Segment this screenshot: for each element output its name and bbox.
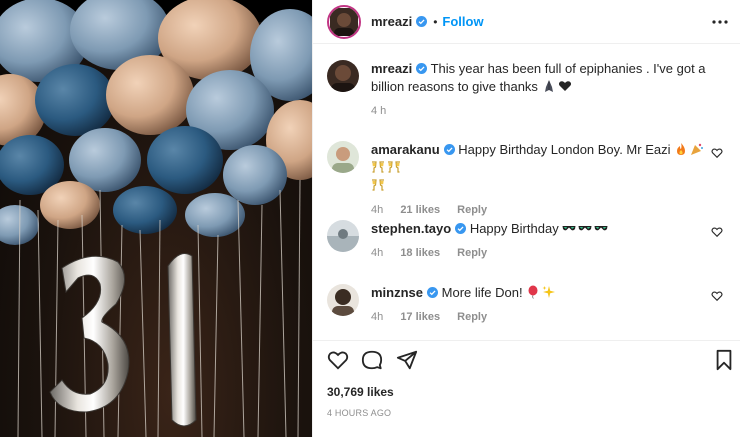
caption-meta: 4 h	[371, 102, 711, 120]
comment-meta: 4h 21 likes Reply	[371, 201, 711, 219]
commenter-avatar[interactable]	[327, 141, 359, 173]
comment-text: More life Don!	[441, 285, 523, 300]
balloon-emoji	[528, 285, 538, 299]
clinking-glasses-emoji	[372, 179, 384, 191]
commenter-avatar[interactable]	[327, 220, 359, 252]
verified-badge-icon	[427, 287, 439, 298]
balloon-cluster	[0, 0, 312, 245]
post-header: mreazi • Follow	[313, 0, 740, 44]
comment-like-heart-icon[interactable]	[711, 226, 723, 238]
separator-dot: •	[433, 14, 438, 29]
comment-time[interactable]: 4h	[371, 204, 383, 216]
likes-count[interactable]: 30,769 likes	[327, 385, 394, 399]
comment-meta: 4h 18 likes Reply	[371, 244, 711, 262]
sunglasses-emoji	[594, 226, 608, 231]
post-photo[interactable]	[0, 0, 312, 437]
comment-body: amarakanu Happy Birthday London Boy. Mr …	[371, 141, 711, 219]
balloons-illustration	[0, 0, 312, 437]
comment-username[interactable]: minznse	[371, 285, 423, 300]
author-avatar[interactable]	[327, 4, 361, 39]
follow-button[interactable]: Follow	[442, 14, 483, 29]
comment-like-heart-icon[interactable]	[711, 147, 723, 159]
comment-username[interactable]: stephen.tayo	[371, 221, 451, 236]
caption-time[interactable]: 4 h	[371, 105, 386, 117]
comment-username[interactable]: amarakanu	[371, 142, 440, 157]
comment-body: stephen.tayo Happy Birthday 4h 18 likes …	[371, 220, 711, 262]
verified-badge-icon	[443, 144, 455, 155]
comment-meta: 4h 17 likes Reply	[371, 308, 711, 326]
number-three-balloon	[49, 255, 130, 413]
caption-body: mreazi This year has been full of epipha…	[371, 60, 711, 120]
verified-badge-icon	[416, 63, 428, 74]
reply-button[interactable]: Reply	[457, 311, 487, 323]
comment-bubble-icon[interactable]	[361, 349, 383, 371]
author-username[interactable]: mreazi	[371, 14, 412, 29]
bookmark-icon[interactable]	[713, 349, 735, 371]
black-heart-emoji	[558, 81, 571, 91]
comment-body: minznse More life Don! 4h 17 likes Reply	[371, 284, 711, 326]
comment-likes[interactable]: 21 likes	[400, 204, 440, 216]
verified-badge-icon	[416, 16, 428, 27]
verified-badge-icon	[455, 223, 467, 234]
commenter-avatar[interactable]	[327, 284, 359, 316]
reply-button[interactable]: Reply	[457, 247, 487, 259]
sunglasses-emoji	[562, 226, 576, 231]
fire-emoji	[677, 143, 686, 155]
instagram-post: mreazi • Follow mreazi This year has bee…	[0, 0, 740, 437]
clinking-glasses-emoji	[372, 161, 384, 173]
caption-avatar[interactable]	[327, 60, 359, 92]
clinking-glasses-emoji	[388, 161, 400, 173]
post-sidebar: mreazi • Follow mreazi This year has bee…	[312, 0, 740, 437]
sparkles-emoji	[542, 286, 556, 298]
comment-time[interactable]: 4h	[371, 247, 383, 259]
party-popper-emoji	[691, 143, 704, 155]
reply-button[interactable]: Reply	[457, 204, 487, 216]
paper-plane-icon[interactable]	[396, 349, 418, 371]
post-actions: 30,769 likes 4 HOURS AGO	[313, 340, 740, 437]
comment-likes[interactable]: 18 likes	[400, 247, 440, 259]
comment-text: Happy Birthday London Boy. Mr Eazi	[458, 142, 671, 157]
comment-like-heart-icon[interactable]	[711, 290, 723, 302]
comment-text: Happy Birthday	[469, 221, 559, 236]
caption-username[interactable]: mreazi	[371, 61, 412, 76]
sunglasses-emoji	[578, 226, 592, 231]
more-options-icon[interactable]	[711, 14, 729, 30]
heart-icon[interactable]	[327, 349, 349, 371]
folded-hands-emoji	[544, 80, 553, 92]
comments-list[interactable]: mreazi This year has been full of epipha…	[313, 44, 740, 340]
post-age[interactable]: 4 HOURS AGO	[327, 408, 391, 418]
number-one-balloon	[167, 253, 197, 427]
comment-likes[interactable]: 17 likes	[400, 311, 440, 323]
comment-time[interactable]: 4h	[371, 311, 383, 323]
